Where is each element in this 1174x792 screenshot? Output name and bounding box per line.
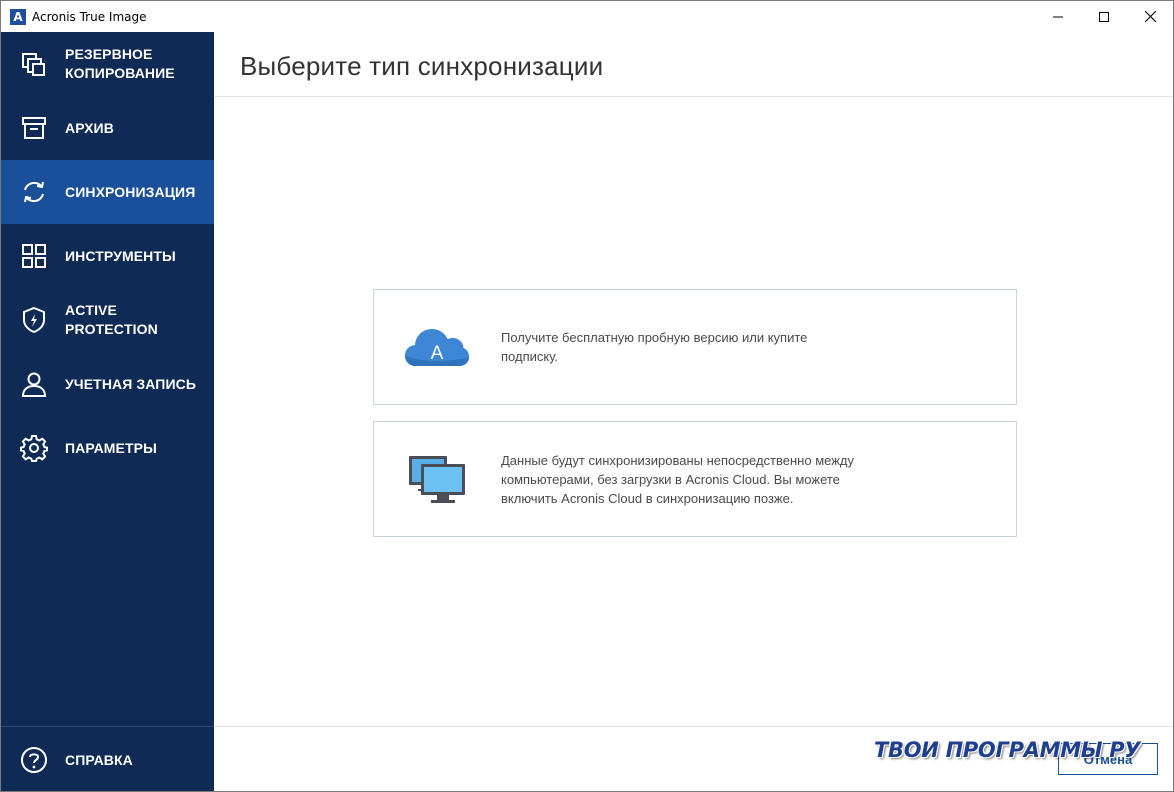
- main-panel: Выберите тип синхронизации A Получите бе…: [214, 32, 1173, 791]
- sidebar-item-label: СИНХРОНИЗАЦИЯ: [65, 183, 196, 200]
- sidebar-item-tools[interactable]: ИНСТРУМЕНТЫ: [1, 224, 214, 288]
- footer-divider: [214, 726, 1173, 727]
- sidebar-item-backup[interactable]: РЕЗЕРВНОЕ КОПИРОВАНИЕ: [1, 32, 214, 96]
- tools-grid-icon: [20, 242, 48, 270]
- archive-icon: [20, 114, 48, 142]
- shield-icon: [20, 306, 48, 334]
- backup-icon: [20, 50, 48, 78]
- close-icon: [1144, 11, 1156, 22]
- title-bar[interactable]: A Acronis True Image: [1, 1, 1173, 32]
- sidebar-item-account[interactable]: УЧЕТНАЯ ЗАПИСЬ: [1, 352, 214, 416]
- page-header: Выберите тип синхронизации: [214, 32, 1173, 97]
- option-card-cloud-trial[interactable]: A Получите бесплатную пробную версию или…: [373, 289, 1017, 405]
- sidebar-item-sync[interactable]: СИНХРОНИЗАЦИЯ: [1, 160, 214, 224]
- minimize-button[interactable]: [1035, 1, 1081, 32]
- maximize-icon: [1099, 11, 1109, 22]
- sidebar-item-active-protection[interactable]: ACTIVE PROTECTION: [1, 288, 214, 352]
- minimize-icon: [1053, 16, 1063, 17]
- sidebar-item-help[interactable]: СПРАВКА: [1, 728, 214, 792]
- sidebar-divider: [1, 726, 214, 727]
- gear-icon: [20, 434, 48, 462]
- app-window: A Acronis True Image РЕЗЕРВНОЕ КОПИРОВАН…: [0, 0, 1174, 792]
- sync-icon: [20, 178, 48, 206]
- sidebar: РЕЗЕРВНОЕ КОПИРОВАНИЕ АРХИВ СИНХРОНИЗАЦИ…: [1, 32, 214, 791]
- window-controls: [1035, 1, 1173, 32]
- cloud-icon: A: [404, 326, 470, 373]
- option-text: Получите бесплатную пробную версию или к…: [501, 330, 808, 364]
- sidebar-item-label: АРХИВ: [65, 119, 114, 136]
- sidebar-item-label: ПАРАМЕТРЫ: [65, 439, 157, 456]
- help-icon: [20, 746, 48, 774]
- acronis-logo-icon: A: [10, 8, 26, 25]
- user-icon: [20, 370, 48, 398]
- maximize-button[interactable]: [1081, 1, 1127, 32]
- window-title: Acronis True Image: [32, 9, 147, 24]
- sidebar-item-label: ACTIVE PROTECTION: [65, 302, 158, 337]
- page-title: Выберите тип синхронизации: [240, 51, 604, 81]
- sidebar-item-archive[interactable]: АРХИВ: [1, 96, 214, 160]
- sidebar-item-label: РЕЗЕРВНОЕ КОПИРОВАНИЕ: [65, 46, 175, 81]
- option-card-local-sync[interactable]: Данные будут синхронизированы непосредст…: [373, 421, 1017, 537]
- cloud-letter: A: [431, 343, 444, 364]
- sidebar-item-label: ИНСТРУМЕНТЫ: [65, 247, 176, 264]
- sidebar-item-label: УЧЕТНАЯ ЗАПИСЬ: [65, 375, 197, 392]
- sidebar-item-label: СПРАВКА: [65, 751, 133, 768]
- computers-icon: [408, 455, 466, 510]
- sidebar-item-settings[interactable]: ПАРАМЕТРЫ: [1, 416, 214, 480]
- close-button[interactable]: [1127, 1, 1173, 32]
- option-text: Данные будут синхронизированы непосредст…: [501, 452, 854, 506]
- cancel-button[interactable]: Отмена: [1058, 743, 1158, 775]
